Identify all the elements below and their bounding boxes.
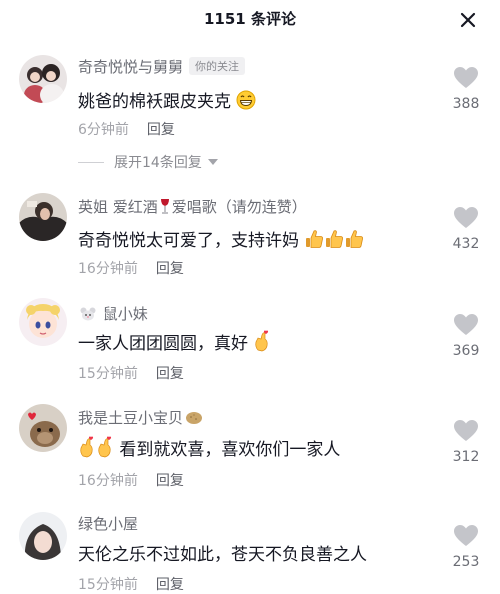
like-control: 312 [446,419,486,465]
avatar[interactable] [19,512,67,560]
like-count: 312 [452,449,480,465]
like-count: 388 [452,96,480,112]
wine-glass-icon [160,198,170,218]
avatar[interactable] [19,55,67,103]
comment-meta: 6分钟前 回复 [78,119,175,139]
comment-text: 天伦之乐不过如此，苍天不负良善之人 [78,545,367,565]
like-control: 369 [446,313,486,359]
heart-icon[interactable] [453,419,479,443]
reply-button[interactable]: 回复 [156,261,184,277]
comment-time: 15分钟前 [78,577,138,593]
comment-meta: 15分钟前 回复 [78,574,184,594]
comment-text: 看到就欢喜，喜欢你们一家人 [78,435,340,460]
comment-meta: 16分钟前 回复 [78,258,184,278]
comment-time: 6分钟前 [78,122,129,138]
reply-button[interactable]: 回复 [156,473,184,489]
comment-text: 奇奇悦悦太可爱了，支持许妈 [78,226,364,251]
like-control: 432 [446,206,486,252]
reply-button[interactable]: 回复 [147,122,175,138]
finger-heart-emoji [78,436,96,458]
comment-meta: 15分钟前 回复 [78,363,184,383]
comments-header: 1151 条评论 [0,0,500,40]
reply-button[interactable]: 回复 [156,577,184,593]
finger-heart-emoji [96,436,114,458]
expand-replies-button[interactable]: 展开14条回复 [78,152,218,172]
heart-icon[interactable] [453,524,479,548]
grin-emoji [236,90,256,110]
chevron-down-icon [207,159,218,165]
potato-icon [185,411,203,429]
like-control: 253 [446,524,486,570]
avatar[interactable] [19,298,67,346]
following-badge: 你的关注 [189,57,246,75]
thumbs-up-emoji [324,229,344,249]
close-icon[interactable] [458,10,478,30]
comment-username[interactable]: 绿色小屋 [78,513,138,534]
like-control: 388 [446,66,486,112]
comment-username[interactable]: 奇奇悦悦与舅舅 你的关注 [78,56,246,77]
heart-icon[interactable] [453,313,479,337]
finger-heart-emoji [253,330,271,352]
thumbs-up-emoji [344,229,364,249]
thumbs-up-emoji [304,229,324,249]
comment-text: 姚爸的棉袄跟皮夹克 [78,87,256,112]
expand-divider [78,162,104,163]
heart-icon[interactable] [453,66,479,90]
like-count: 369 [452,343,480,359]
comment-count-title: 1151 条评论 [204,10,296,28]
like-count: 432 [452,236,480,252]
comment-time: 16分钟前 [78,473,138,489]
comment-username[interactable]: 英姐 爱红酒 爱唱歌（请勿连赞） [78,196,307,218]
avatar[interactable] [19,404,67,452]
heart-icon[interactable] [453,206,479,230]
like-count: 253 [452,554,480,570]
comment-username[interactable]: 我是土豆小宝贝 [78,407,205,429]
comment-username[interactable]: 鼠小妹 [78,303,148,325]
avatar[interactable] [19,193,67,241]
comment-time: 15分钟前 [78,366,138,382]
comment-time: 16分钟前 [78,261,138,277]
comment-meta: 16分钟前 回复 [78,470,184,490]
mouse-face-icon [80,307,96,325]
reply-button[interactable]: 回复 [156,366,184,382]
comment-text: 一家人团团圆圆，真好 [78,329,271,354]
